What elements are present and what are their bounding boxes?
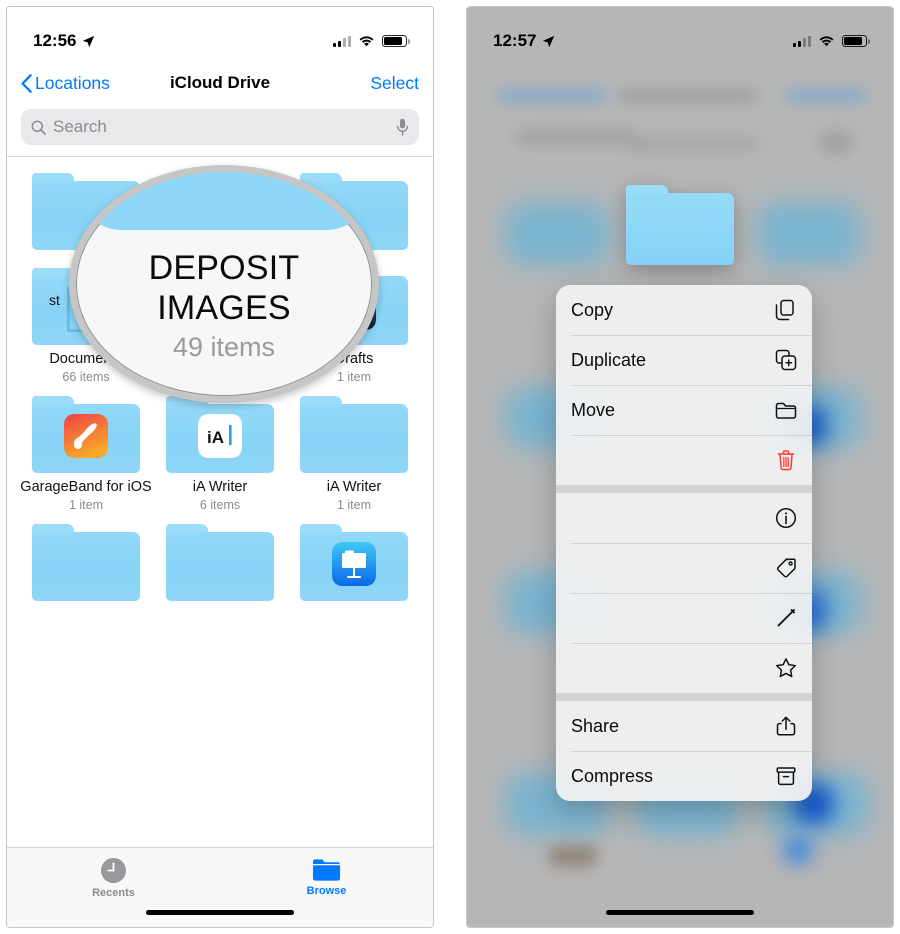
wifi-icon xyxy=(818,35,835,48)
home-indicator[interactable] xyxy=(146,909,294,915)
menu-item-label: Copy xyxy=(571,299,614,320)
menu-item-label: Compress xyxy=(571,765,654,786)
file-name: iA Writer xyxy=(192,479,248,495)
share-icon xyxy=(775,715,797,737)
pencil-icon xyxy=(775,607,797,629)
menu-item-compress[interactable]: Compress xyxy=(556,751,812,801)
copy-icon xyxy=(775,299,797,321)
file-cell-garageband[interactable]: GarageBand for iOS 1 item xyxy=(19,396,153,512)
magnified-line-2: IMAGES xyxy=(157,288,291,327)
file-count: 1 item xyxy=(68,498,104,512)
trash-icon xyxy=(775,449,797,471)
right-phone-screen: 12:57 Copy Duplicate Move Share Compress xyxy=(467,7,893,927)
left-tab-bar: Recents Browse xyxy=(7,847,433,927)
plain-folder-icon xyxy=(300,396,408,473)
location-arrow-icon xyxy=(542,35,555,48)
status-time: 12:57 xyxy=(493,31,537,50)
magnifier-bubble-deposit-images: DEPOSIT IMAGES 49 items xyxy=(69,165,379,403)
menu-item-delete[interactable]: Delete xyxy=(556,435,812,485)
menu-separator xyxy=(556,693,812,701)
location-arrow-icon xyxy=(82,35,95,48)
menu-separator xyxy=(556,485,812,493)
tab-recents-label: Recents xyxy=(92,887,135,899)
file-name: iA Writer xyxy=(326,479,382,495)
status-time: 12:56 xyxy=(33,31,77,50)
menu-item-info[interactable]: Info xyxy=(556,493,812,543)
battery-icon xyxy=(842,34,870,48)
menu-item-move[interactable]: Move xyxy=(556,385,812,435)
left-status-bar: 12:56 xyxy=(7,7,433,61)
keynote-app-icon xyxy=(332,542,376,587)
file-cell-ia-writer-2[interactable]: iA Writer 1 item xyxy=(287,396,421,512)
search-input[interactable]: Search xyxy=(21,109,419,145)
selected-folder-icon[interactable] xyxy=(626,185,734,265)
file-count: 1 item xyxy=(336,498,372,512)
menu-item-duplicate[interactable]: Duplicate xyxy=(556,335,812,385)
partial-file-name: st xyxy=(49,292,60,308)
plain-folder-icon xyxy=(32,524,140,601)
chevron-left-icon xyxy=(21,73,32,93)
magnified-line-1: DEPOSIT xyxy=(148,248,300,287)
select-button[interactable]: Select xyxy=(370,73,419,94)
cellular-bars-icon xyxy=(793,35,811,47)
status-right-group xyxy=(333,34,410,48)
tab-recents[interactable]: Recents xyxy=(7,848,220,927)
menu-item-tags[interactable]: Tags xyxy=(556,543,812,593)
menu-item-share[interactable]: Share xyxy=(556,701,812,751)
back-to-locations-button[interactable]: Locations xyxy=(21,73,110,94)
left-phone-screen: 12:56 Locations iCloud Drive Select Sear… xyxy=(7,7,433,927)
status-left-group: 12:56 xyxy=(33,31,95,51)
status-right-group xyxy=(793,34,870,48)
file-cell[interactable] xyxy=(153,524,287,607)
star-icon xyxy=(775,657,797,679)
keynote-app-folder-icon xyxy=(300,524,408,601)
file-cell[interactable] xyxy=(19,524,153,607)
magnified-subtitle: 49 items xyxy=(172,331,276,362)
wifi-icon xyxy=(358,35,375,48)
tab-browse-label: Browse xyxy=(306,885,347,897)
tag-icon xyxy=(775,557,797,579)
left-nav-bar: Locations iCloud Drive Select xyxy=(7,61,433,105)
microphone-icon[interactable] xyxy=(396,118,409,136)
info-circle-icon xyxy=(775,507,797,529)
menu-item-favorite[interactable]: Favorite xyxy=(556,643,812,693)
svg-text:iA: iA xyxy=(207,428,224,447)
battery-icon xyxy=(382,34,410,48)
tab-browse[interactable]: Browse xyxy=(220,848,433,927)
ia-writer-app-icon: iA xyxy=(198,414,242,459)
archive-box-icon xyxy=(775,765,797,787)
folder-icon xyxy=(312,857,341,882)
garageband-app-icon xyxy=(64,414,108,459)
file-count: 6 items xyxy=(199,498,241,512)
cellular-bars-icon xyxy=(333,35,351,47)
right-status-bar: 12:57 xyxy=(467,7,893,61)
ia-writer-app-folder-icon: iA xyxy=(166,396,274,473)
home-indicator[interactable] xyxy=(606,909,754,915)
file-cell-ia-writer[interactable]: iA iA Writer 6 items xyxy=(153,396,287,512)
file-name: GarageBand for iOS xyxy=(20,479,152,495)
file-cell-keynote[interactable] xyxy=(287,524,421,607)
clock-icon xyxy=(100,857,127,884)
search-icon xyxy=(31,120,46,135)
garageband-app-folder-icon xyxy=(32,396,140,473)
duplicate-icon xyxy=(775,349,797,371)
magnified-folder-top xyxy=(76,172,372,231)
menu-item-label: Share xyxy=(571,715,620,736)
menu-item-label: Duplicate xyxy=(571,349,647,370)
plain-folder-icon xyxy=(166,524,274,601)
context-menu: Copy Duplicate Move Delete xyxy=(556,285,812,801)
right-phone-frame: 12:57 Copy Duplicate Move Share Compress xyxy=(466,6,894,928)
status-left-group: 12:57 xyxy=(493,31,555,51)
menu-item-copy[interactable]: Copy xyxy=(556,285,812,335)
search-container: Search xyxy=(7,105,433,156)
back-label: Locations xyxy=(35,72,110,93)
search-placeholder: Search xyxy=(53,117,107,136)
left-phone-frame: 12:56 Locations iCloud Drive Select Sear… xyxy=(6,6,434,928)
menu-item-label: Move xyxy=(571,399,616,420)
menu-item-rename[interactable]: Rename xyxy=(556,593,812,643)
screenshot-stage: 12:56 Locations iCloud Drive Select Sear… xyxy=(0,0,900,934)
move-folder-icon xyxy=(775,399,797,421)
